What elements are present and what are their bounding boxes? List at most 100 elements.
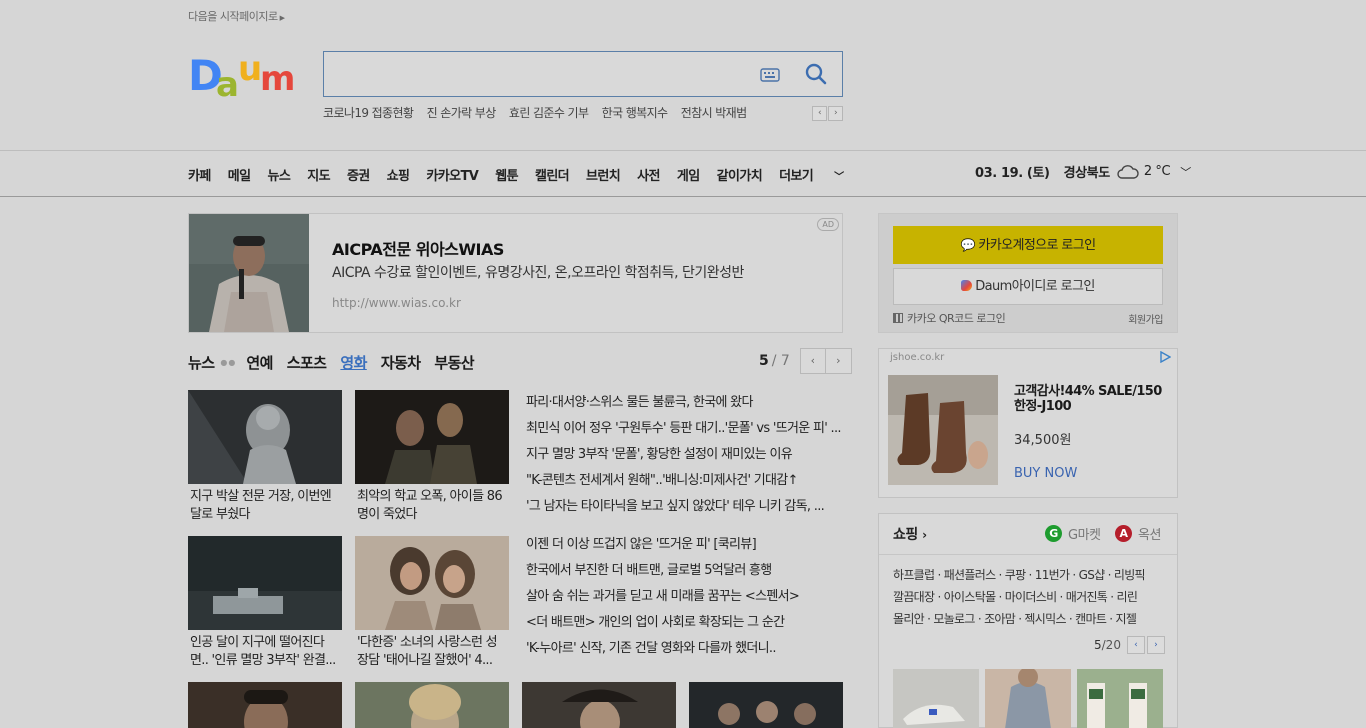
keyboard-icon[interactable] bbox=[760, 67, 780, 83]
news-thumb-image[interactable] bbox=[188, 682, 342, 728]
shopping-link-row[interactable]: 깔끔대장 · 아이스탁몰 · 마이더스비 · 매거진톡 · 리린 bbox=[893, 586, 1165, 608]
auction-link[interactable]: A 옥션 bbox=[1115, 524, 1161, 543]
news-headline[interactable]: 'K-누아르' 신작, 기존 건달 영화와 다를까 했더니.. bbox=[526, 636, 844, 662]
news-headline[interactable]: 파리·대서양·스위스 물든 불륜극, 한국에 왔다 bbox=[526, 390, 844, 416]
news-list-bottom: 이젠 더 이상 뜨겁지 않은 '뜨거운 피' [쿡리뷰] 한국에서 부진한 더 … bbox=[526, 532, 844, 662]
news-headline[interactable]: 이젠 더 이상 뜨겁지 않은 '뜨거운 피' [쿡리뷰] bbox=[526, 532, 844, 558]
daum-d-icon bbox=[961, 280, 973, 291]
news-headline[interactable]: 최민식 이어 정우 '구원투수' 등판 대기..'문폴' vs '뜨거운 피' … bbox=[526, 416, 844, 442]
news-thumb-image[interactable] bbox=[188, 536, 342, 630]
nav-item-more[interactable]: 더보기 ﹀ bbox=[779, 165, 860, 184]
nav-item-calendar[interactable]: 캘린더 bbox=[535, 165, 570, 184]
news-thumb-caption[interactable]: 지구 박살 전문 거장, 이번엔 달로 부쉈다 bbox=[188, 488, 342, 526]
shopping-title-link[interactable]: 쇼핑 › bbox=[893, 524, 927, 544]
shoe-ad[interactable]: jshoe.co.kr 고객감사!44% SALE/150한정-J100 34,… bbox=[878, 348, 1178, 498]
nav-item-brunch[interactable]: 브런치 bbox=[586, 165, 621, 184]
set-start-page-link[interactable]: 다음을 시작페이지로 ▶ bbox=[188, 8, 285, 24]
shop-page-current: 5 bbox=[1094, 638, 1102, 652]
news-thumb-caption[interactable]: 최악의 학교 오폭, 아이들 86명이 죽었다 bbox=[355, 488, 509, 526]
news-headline[interactable]: '그 남자는 타이타닉을 보고 싶지 않았다' 테우 니키 감독, ... bbox=[526, 494, 844, 520]
news-thumb-caption[interactable]: 인공 달이 지구에 떨어진다면.. '인류 멸망 3부작' 완결... bbox=[188, 634, 342, 672]
trend-keyword[interactable]: 진 손가락 부상 bbox=[427, 106, 497, 120]
nav-item-stock[interactable]: 증권 bbox=[347, 165, 370, 184]
ad-url[interactable]: http://www.wias.co.kr bbox=[332, 296, 461, 310]
nav-item-cafe[interactable]: 카페 bbox=[188, 165, 211, 184]
nav-item-news[interactable]: 뉴스 bbox=[267, 165, 290, 184]
news-headline[interactable]: 한국에서 부진한 더 배트맨, 글로벌 5억달러 흥행 bbox=[526, 558, 844, 584]
search-icon[interactable] bbox=[804, 62, 828, 86]
chevron-down-icon: ﹀ bbox=[834, 172, 844, 183]
ad-lecturer-photo bbox=[189, 214, 309, 332]
trend-prev-button[interactable]: ‹ bbox=[812, 106, 827, 121]
qr-login-link[interactable]: 카카오 QR코드 로그인 bbox=[893, 310, 1006, 326]
news-thumb-image[interactable] bbox=[188, 390, 342, 484]
tab-movie[interactable]: 영화 bbox=[340, 352, 367, 373]
trend-next-button[interactable]: › bbox=[828, 106, 843, 121]
news-prev-button[interactable]: ‹ bbox=[799, 348, 826, 374]
trend-keyword[interactable]: 효린 김준수 기부 bbox=[509, 106, 589, 120]
news-next-button[interactable]: › bbox=[825, 348, 852, 374]
divider bbox=[879, 554, 1177, 555]
shopping-box: 쇼핑 › G G마켓 A 옥션 하프클럽 · 패션플러스 · 쿠팡 · 11번가 ·… bbox=[878, 513, 1178, 728]
nav-item-kakaotv[interactable]: 카카오TV bbox=[426, 165, 478, 184]
news-headline[interactable]: "K-콘텐츠 전세계서 원해"..'배니싱:미제사건' 기대감↑ bbox=[526, 468, 844, 494]
shoe-ad-title[interactable]: 고객감사!44% SALE/150한정-J100 bbox=[1014, 384, 1169, 414]
ad-title[interactable]: AICPA전문 위아스WIAS bbox=[332, 236, 504, 260]
shopping-link-row[interactable]: 하프클럽 · 패션플러스 · 쿠팡 · 11번가 · GS샵 · 리빙픽 bbox=[893, 564, 1165, 586]
search-input[interactable] bbox=[332, 60, 752, 88]
service-nav-bar: 카페 메일 뉴스 지도 증권 쇼핑 카카오TV 웹툰 캘린더 브런치 사전 게임… bbox=[0, 150, 1366, 197]
shop-prev-button[interactable]: ‹ bbox=[1126, 636, 1145, 654]
adchoices-icon[interactable] bbox=[1159, 351, 1171, 363]
daum-login-button[interactable]: Daum아이디로 로그인 bbox=[893, 268, 1163, 305]
ad-domain: jshoe.co.kr bbox=[890, 352, 945, 363]
nav-item-together[interactable]: 같이가치 bbox=[717, 165, 763, 184]
shoe-ad-price: 34,500원 bbox=[1014, 433, 1072, 448]
date-text: 03. 19. (토) bbox=[975, 166, 1050, 181]
signup-link[interactable]: 회원가입 bbox=[1128, 311, 1163, 326]
news-list-top: 파리·대서양·스위스 물든 불륜극, 한국에 왔다 최민식 이어 정우 '구원투… bbox=[526, 390, 844, 520]
news-headline[interactable]: 지구 멸망 3부작 '문폴', 황당한 설정이 재미있는 이유 bbox=[526, 442, 844, 468]
news-thumb-image[interactable] bbox=[355, 536, 509, 630]
news-thumb-image[interactable] bbox=[355, 390, 509, 484]
nav-item-map[interactable]: 지도 bbox=[307, 165, 330, 184]
buy-now-link[interactable]: BUY NOW bbox=[1014, 466, 1077, 481]
kakao-login-button[interactable]: 💬 카카오계정으로 로그인 bbox=[893, 226, 1163, 264]
news-thumb-image[interactable] bbox=[355, 682, 509, 728]
tab-sports[interactable]: 스포츠 bbox=[287, 352, 327, 373]
news-headline[interactable]: 살아 숨 쉬는 과거를 딛고 새 미래를 꿈꾸는 <스펜서> bbox=[526, 584, 844, 610]
news-thumb-caption[interactable]: '다한증' 소녀의 사랑스런 성장담 '태어나길 잘했어' 4... bbox=[355, 634, 509, 672]
speech-bubble-icon: 💬 bbox=[960, 238, 975, 252]
nav-item-mail[interactable]: 메일 bbox=[228, 165, 251, 184]
daum-logo[interactable]: D a u m bbox=[188, 50, 306, 100]
tab-car[interactable]: 자동차 bbox=[381, 352, 421, 373]
shop-product-image[interactable] bbox=[893, 669, 979, 728]
news-pager: 5 / 7 ‹ › bbox=[759, 348, 852, 374]
shop-product-image[interactable] bbox=[985, 669, 1071, 728]
nav-item-shopping[interactable]: 쇼핑 bbox=[387, 165, 410, 184]
weather-widget[interactable]: 03. 19. (토) 경상북도 2 °C ﹀ bbox=[975, 162, 1191, 181]
ad-banner[interactable]: AICPA전문 위아스WIAS AICPA 수강료 할인이벤트, 유명강사진, … bbox=[188, 213, 843, 333]
tab-entertainment[interactable]: 연예 bbox=[246, 352, 273, 373]
nav-item-dictionary[interactable]: 사전 bbox=[637, 165, 660, 184]
nav-item-game[interactable]: 게임 bbox=[677, 165, 700, 184]
gmarket-link[interactable]: G G마켓 bbox=[1045, 524, 1101, 543]
search-box bbox=[323, 51, 843, 97]
news-thumb-image[interactable] bbox=[689, 682, 843, 728]
logo-letter-m: m bbox=[260, 59, 295, 99]
shopping-link-row[interactable]: 몰리안 · 모놀로그 · 조아맘 · 젝시믹스 · 캔마트 · 지젤 bbox=[893, 608, 1165, 630]
trend-keyword[interactable]: 전참시 박재범 bbox=[681, 106, 747, 120]
news-thumb-image[interactable] bbox=[522, 682, 676, 728]
shop-next-button[interactable]: › bbox=[1146, 636, 1165, 654]
shop-product-image[interactable] bbox=[1077, 669, 1163, 728]
ad-description: AICPA 수강료 할인이벤트, 유명강사진, 온,오프라인 학점취득, 단기완… bbox=[332, 265, 744, 281]
chevron-right-icon: › bbox=[922, 528, 927, 542]
trend-keyword[interactable]: 한국 행복지수 bbox=[602, 106, 668, 120]
trend-keyword[interactable]: 코로나19 접종현황 bbox=[323, 106, 414, 120]
triangle-right-icon: ▶ bbox=[279, 14, 285, 22]
tab-realestate[interactable]: 부동산 bbox=[434, 352, 474, 373]
region-text: 경상북도 bbox=[1063, 166, 1111, 181]
nav-item-webtoon[interactable]: 웹툰 bbox=[495, 165, 518, 184]
news-headline[interactable]: <더 배트맨> 개인의 업이 사회로 확장되는 그 순간 bbox=[526, 610, 844, 636]
shoe-product-image[interactable] bbox=[888, 375, 998, 485]
tab-news[interactable]: 뉴스 bbox=[188, 352, 215, 373]
